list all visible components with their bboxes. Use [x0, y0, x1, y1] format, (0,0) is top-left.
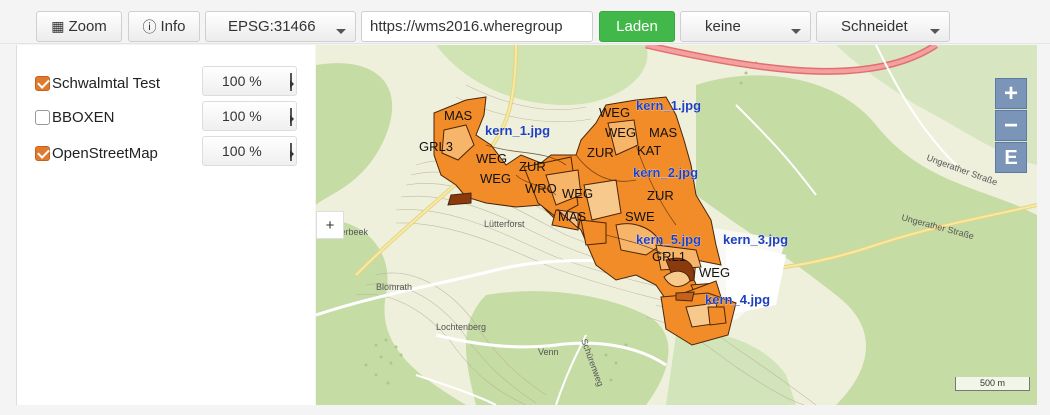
parcel-label: WEG — [599, 105, 630, 120]
image-label: kern_5.jpg — [636, 232, 701, 247]
parcel-label: MAS — [444, 108, 473, 123]
map-canvas[interactable]: Silverbeek Blomrath Lochtenberg Venn Lüt… — [316, 45, 1037, 405]
spatial-select[interactable]: Schneidet — [816, 11, 950, 42]
extent-icon: E — [1004, 146, 1018, 169]
opacity-value: 100 % — [222, 73, 262, 89]
opacity-select[interactable]: 100 % — [202, 66, 297, 96]
opacity-value: 100 % — [222, 143, 262, 159]
chevron-right-icon — [289, 108, 294, 126]
toolbar: ▦ Zoom ⓘ Info EPSG:31466 https://wms2016… — [0, 0, 1050, 44]
parcel-label: MAS — [558, 209, 587, 224]
layer-checkbox[interactable] — [35, 145, 50, 161]
image-label: kern_3.jpg — [723, 232, 788, 247]
minus-icon: − — [1003, 111, 1018, 139]
right-gutter — [1037, 45, 1050, 405]
layer-row: BBOXEN — [35, 102, 115, 132]
info-icon: ⓘ — [142, 18, 157, 35]
parcel-label: WEG — [476, 151, 507, 166]
map-place-label: Venn — [538, 347, 559, 357]
parcel-label: WEG — [605, 125, 636, 140]
layer-name: Schwalmtal Test — [52, 74, 161, 92]
info-button-label: Info — [160, 18, 186, 35]
filter-select-value: keine — [705, 18, 741, 35]
spatial-select-value: Schneidet — [841, 18, 908, 35]
plus-icon: + — [1003, 79, 1018, 107]
laden-button-label: Laden — [616, 18, 658, 35]
chevron-down-icon — [791, 29, 801, 34]
chevron-down-icon — [930, 29, 940, 34]
parcel-label: ZUR — [519, 159, 546, 174]
image-label: kern_4.jpg — [705, 292, 770, 307]
parcel-label: ZUR — [587, 145, 614, 160]
zoom-button-label: Zoom — [68, 18, 107, 35]
parcel-label: WEG — [699, 265, 730, 280]
info-button[interactable]: ⓘ Info — [128, 11, 200, 42]
image-label: kern_1.jpg — [485, 123, 550, 138]
layer-panel: Schwalmtal Test 100 % BBOXEN 100 % OpenS… — [16, 45, 315, 405]
map-icon: ▦ — [51, 18, 65, 34]
opacity-select[interactable]: 100 % — [202, 101, 297, 131]
chevron-right-icon — [289, 143, 294, 161]
parcel-label: WRO — [525, 181, 557, 196]
parcel-label: WEG — [480, 171, 511, 186]
zoom-out-button[interactable]: − — [995, 110, 1027, 141]
scale-bar: 500 m — [955, 377, 1030, 391]
plus-icon: + — [325, 216, 335, 234]
layer-checkbox[interactable] — [35, 109, 50, 125]
parcel-label: MAS — [649, 125, 678, 140]
parcel-label: ZUR — [647, 188, 674, 203]
app-window: ▦ Zoom ⓘ Info EPSG:31466 https://wms2016… — [0, 0, 1050, 415]
parcel-label: KAT — [637, 143, 661, 158]
map-place-label: Blomrath — [376, 282, 412, 292]
layer-toggle-button[interactable]: + — [316, 211, 344, 239]
layer-name: OpenStreetMap — [52, 144, 158, 162]
layer-name: BBOXEN — [52, 108, 115, 126]
chevron-right-icon — [289, 73, 294, 91]
map-place-label: Lütterforst — [484, 219, 525, 229]
chevron-down-icon — [336, 29, 346, 34]
opacity-select[interactable]: 100 % — [202, 136, 297, 166]
map-svg: Silverbeek Blomrath Lochtenberg Venn Lüt… — [316, 45, 1037, 405]
zoom-in-button[interactable]: + — [995, 78, 1027, 109]
zoom-control: + − E — [995, 78, 1027, 174]
epsg-select-value: EPSG:31466 — [228, 18, 316, 35]
layer-checkbox[interactable] — [35, 75, 50, 91]
filter-select[interactable]: keine — [680, 11, 811, 42]
scale-label: 500 m — [979, 378, 1005, 388]
parcel-label: WEG — [562, 186, 593, 201]
parcel-label: SWE — [625, 209, 655, 224]
wms-url-value: https://wms2016.wheregroup — [370, 18, 563, 35]
image-label: kern_2.jpg — [633, 165, 698, 180]
image-label: kern_1.jpg — [636, 98, 701, 113]
zoom-button[interactable]: ▦ Zoom — [36, 11, 122, 42]
epsg-select[interactable]: EPSG:31466 — [205, 11, 356, 42]
layer-row: OpenStreetMap — [35, 138, 158, 168]
layer-row: Schwalmtal Test — [35, 68, 160, 98]
wms-url-input[interactable]: https://wms2016.wheregroup — [361, 11, 593, 42]
zoom-extent-button[interactable]: E — [995, 142, 1027, 173]
parcel-label: GRL1 — [652, 249, 686, 264]
parcel-label: GRL3 — [419, 139, 453, 154]
opacity-value: 100 % — [222, 108, 262, 124]
map-place-label: Lochtenberg — [436, 322, 486, 332]
